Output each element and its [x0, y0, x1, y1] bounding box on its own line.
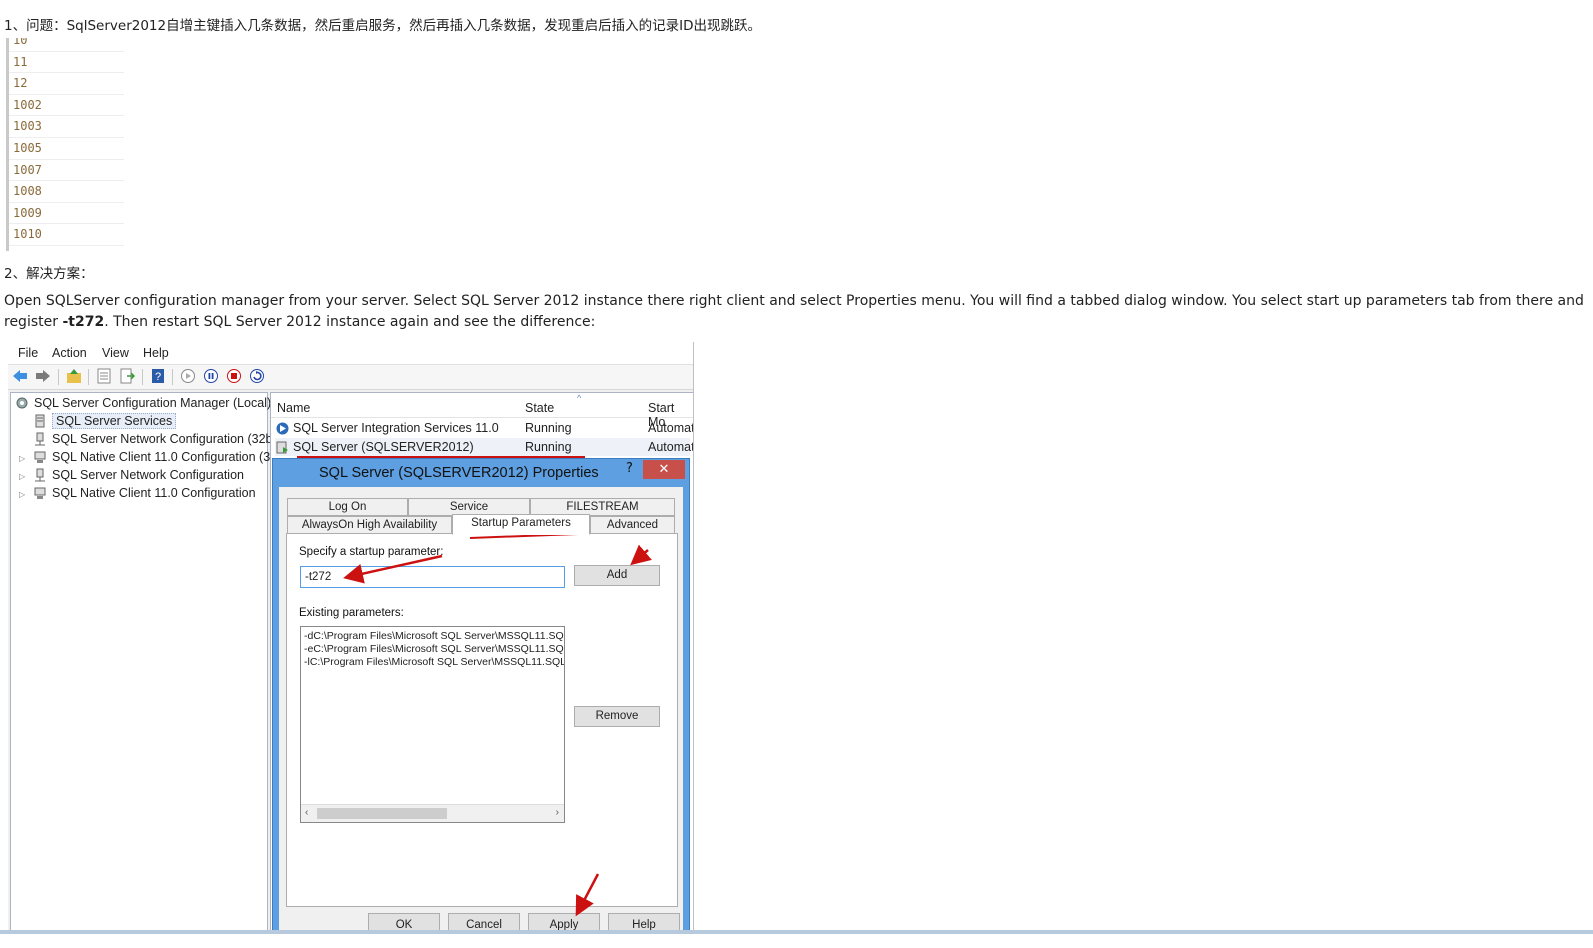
existing-parameters-list[interactable]: -dC:\Program Files\Microsoft SQL Server\… — [300, 626, 565, 823]
id-cell: 1002 — [9, 95, 124, 117]
menu-file[interactable]: File — [18, 346, 38, 360]
existing-label: Existing parameters: — [299, 607, 404, 619]
start-icon[interactable] — [180, 368, 196, 384]
pause-icon[interactable] — [203, 368, 219, 384]
service-start-mode: Automat — [648, 421, 694, 435]
menu-view[interactable]: View — [102, 346, 129, 360]
tree-item-sql-server-services[interactable]: SQL Server Services — [33, 413, 177, 430]
question-text: 1、问题：SqlServer2012自增主键插入几条数据，然后重启服务，然后再插… — [4, 18, 761, 34]
tree-item-native-client-32[interactable]: SQL Native Client 11.0 Configuration (32… — [33, 449, 295, 466]
id-list: 10 11 12 1002 1003 1005 1007 1008 1009 1… — [6, 38, 124, 251]
help-icon[interactable]: ? — [150, 368, 166, 384]
startup-parameter-input[interactable]: -t272 — [300, 566, 565, 588]
client-icon — [34, 487, 46, 499]
client-icon — [34, 451, 46, 463]
export-icon[interactable] — [119, 368, 135, 384]
toolbar-separator — [58, 369, 59, 385]
tree-item-label: SQL Native Client 11.0 Configuration (32… — [52, 450, 295, 464]
horizontal-scrollbar[interactable]: ‹ › — [301, 804, 564, 822]
menu-action[interactable]: Action — [52, 346, 87, 360]
tree-root-label: SQL Server Configuration Manager (Local) — [34, 396, 272, 410]
back-icon[interactable] — [12, 368, 28, 384]
tree-root[interactable]: SQL Server Configuration Manager (Local) — [15, 395, 271, 412]
dialog-help-button[interactable]: ? — [626, 461, 633, 476]
remove-button[interactable]: Remove — [574, 706, 660, 727]
id-cell: 1010 — [9, 224, 124, 246]
svg-text:?: ? — [155, 371, 161, 383]
tab-advanced[interactable]: Advanced — [590, 516, 675, 534]
properties-dialog: SQL Server (SQLSERVER2012) Properties ? … — [272, 458, 690, 932]
dialog-close-button[interactable]: ✕ — [643, 460, 685, 479]
stop-icon[interactable] — [226, 368, 242, 384]
scrollbar-thumb[interactable] — [317, 808, 447, 819]
parameter-item[interactable]: -eC:\Program Files\Microsoft SQL Server\… — [304, 643, 564, 656]
service-running-icon — [276, 422, 289, 435]
id-cell: 12 — [9, 73, 124, 95]
service-state: Running — [525, 440, 572, 454]
dialog-title: SQL Server (SQLSERVER2012) Properties — [319, 465, 599, 481]
expand-arrow-icon[interactable]: ▷ — [19, 454, 25, 463]
network-icon — [35, 432, 45, 446]
id-cell: 11 — [9, 52, 124, 74]
paragraph-flag: -t272 — [62, 314, 105, 330]
dialog-body: Log On Service FILESTREAM AlwaysOn High … — [279, 487, 683, 932]
toolbar: ? — [8, 365, 693, 390]
add-button[interactable]: Add — [574, 565, 660, 586]
server-running-icon — [276, 441, 288, 454]
parameter-item[interactable]: -lC:\Program Files\Microsoft SQL Server\… — [304, 656, 564, 669]
scroll-left-icon[interactable]: ‹ — [305, 806, 308, 819]
toolbar-separator — [172, 369, 173, 385]
startup-parameters-panel: Specify a startup parameter: -t272 Add E… — [286, 533, 678, 907]
tab-alwayson[interactable]: AlwaysOn High Availability — [287, 516, 452, 534]
forward-icon[interactable] — [35, 368, 51, 384]
restart-icon[interactable] — [249, 368, 265, 384]
tree-item-label: SQL Server Network Configuration (32bit) — [52, 432, 283, 446]
tree-item-label: SQL Server Network Configuration — [52, 468, 244, 482]
menu-help[interactable]: Help — [143, 346, 169, 360]
toolbar-separator — [88, 369, 89, 385]
id-cell: 10 — [9, 38, 124, 52]
toolbar-separator — [142, 369, 143, 385]
up-folder-icon[interactable] — [66, 368, 82, 384]
tree-item-network-config[interactable]: SQL Server Network Configuration — [33, 467, 244, 484]
service-name: SQL Server (SQLSERVER2012) — [293, 440, 474, 454]
tree-item-native-client[interactable]: SQL Native Client 11.0 Configuration — [33, 485, 256, 502]
tree-pane: SQL Server Configuration Manager (Local)… — [10, 392, 295, 932]
bottom-border — [0, 930, 1593, 934]
tree-item-label: SQL Server Services — [52, 413, 177, 429]
menu-bar: File Action View Help — [8, 342, 693, 365]
network-icon — [35, 468, 45, 482]
id-cell: 1009 — [9, 203, 124, 225]
solution-heading: 2、解决方案： — [4, 266, 94, 282]
service-name: SQL Server Integration Services 11.0 — [293, 421, 499, 435]
list-row-selected[interactable]: SQL Server (SQLSERVER2012) Running Autom… — [275, 438, 693, 456]
id-cell: 1003 — [9, 116, 124, 138]
id-cell: 1007 — [9, 160, 124, 182]
config-manager-window: File Action View Help ? SQL Server Confi… — [8, 342, 694, 932]
properties-icon[interactable] — [96, 368, 112, 384]
paragraph-text: . Then restart SQL Server 2012 instance … — [104, 314, 596, 330]
tree-item-label: SQL Native Client 11.0 Configuration — [52, 486, 256, 500]
solution-paragraph: Open SQLServer configuration manager fro… — [4, 291, 1584, 333]
service-start-mode: Automat — [648, 440, 694, 454]
id-cell: 1008 — [9, 181, 124, 203]
column-name[interactable]: Name — [277, 401, 310, 415]
list-row[interactable]: SQL Server Integration Services 11.0 Run… — [275, 419, 693, 437]
config-manager-icon — [16, 397, 28, 409]
column-state[interactable]: State — [525, 401, 554, 415]
list-header: Name State ^ Start Mo — [271, 393, 693, 429]
service-state: Running — [525, 421, 572, 435]
id-cell: 1005 — [9, 138, 124, 160]
scroll-right-icon[interactable]: › — [556, 806, 559, 819]
tab-log-on[interactable]: Log On — [287, 498, 408, 516]
expand-arrow-icon[interactable]: ▷ — [19, 490, 25, 499]
tree-item-network-config-32[interactable]: SQL Server Network Configuration (32bit) — [33, 431, 283, 448]
server-icon — [35, 414, 45, 428]
sort-arrow-icon: ^ — [577, 393, 582, 403]
specify-label: Specify a startup parameter: — [299, 546, 444, 558]
expand-arrow-icon[interactable]: ▷ — [19, 472, 25, 481]
tab-startup-parameters[interactable]: Startup Parameters — [452, 514, 590, 535]
parameter-item[interactable]: -dC:\Program Files\Microsoft SQL Server\… — [304, 630, 564, 643]
